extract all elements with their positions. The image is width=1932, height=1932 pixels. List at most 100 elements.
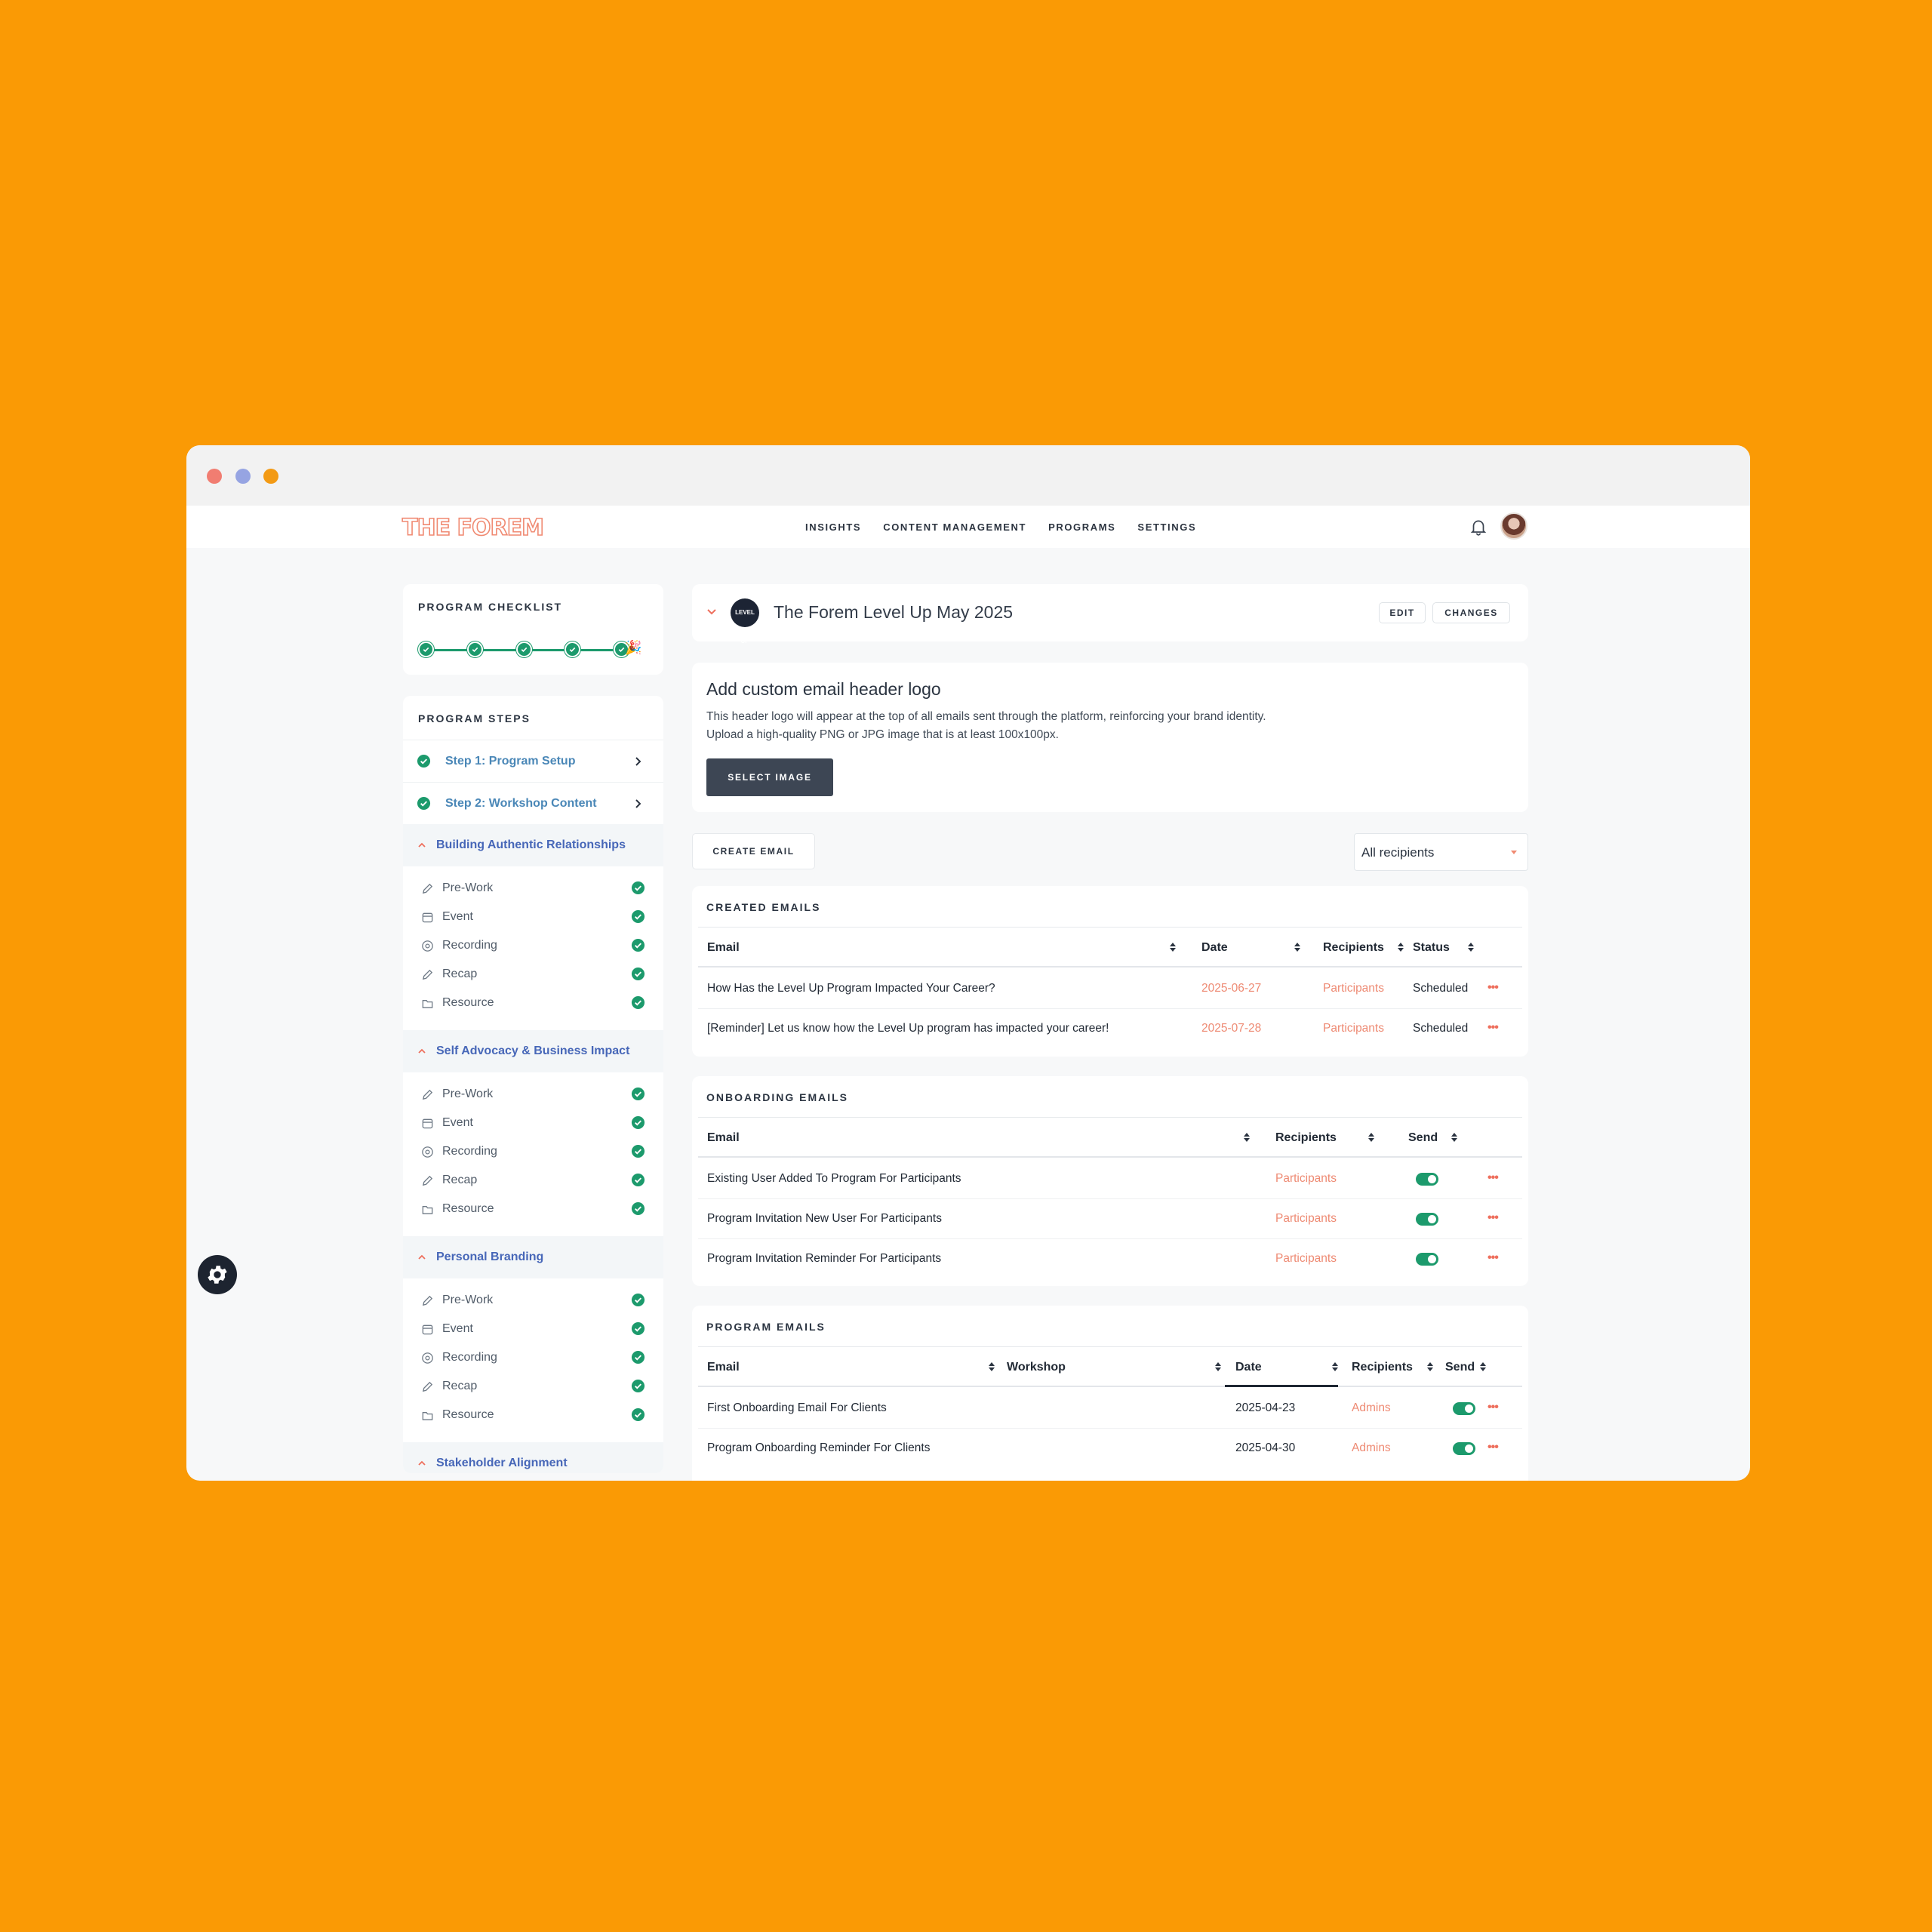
sort-icon[interactable] [1170,943,1176,952]
workshop-item[interactable]: Recap [403,1372,663,1401]
email-recipients[interactable]: Participants [1275,1212,1337,1226]
sort-icon[interactable] [1427,1362,1433,1371]
more-actions-icon[interactable]: ••• [1487,1171,1499,1185]
sort-icon[interactable] [1368,1133,1374,1142]
minimize-window-button[interactable] [235,469,251,484]
email-date[interactable]: 2025-07-28 [1201,1022,1261,1035]
more-actions-icon[interactable]: ••• [1487,981,1499,995]
workshop-group-header[interactable]: Stakeholder Alignment [403,1442,663,1473]
email-subject[interactable]: How Has the Level Up Program Impacted Yo… [707,982,995,995]
nav-content-management[interactable]: CONTENT MANAGEMENT [883,521,1026,533]
nav-settings[interactable]: SETTINGS [1137,521,1196,533]
workshop-group-header[interactable]: Self Advocacy & Business Impact [403,1030,663,1072]
workshop-item[interactable]: Pre-Work [403,1286,663,1315]
pencil-icon [422,1381,433,1392]
table-row[interactable]: How Has the Level Up Program Impacted Yo… [698,969,1522,1009]
email-name[interactable]: Program Onboarding Reminder For Clients [707,1441,930,1455]
email-name[interactable]: Existing User Added To Program For Parti… [707,1172,961,1186]
workshop-group-header[interactable]: Building Authentic Relationships [403,824,663,866]
maximize-window-button[interactable] [263,469,278,484]
more-actions-icon[interactable]: ••• [1487,1211,1499,1225]
email-recipients[interactable]: Participants [1275,1252,1337,1266]
send-toggle[interactable] [1453,1442,1475,1455]
sort-icon[interactable] [1215,1362,1221,1371]
workshop-item[interactable]: Resource [403,989,663,1017]
column-header-date[interactable]: Date [1201,941,1228,955]
workshop-item[interactable]: Recording [403,1343,663,1372]
email-recipients[interactable]: Admins [1352,1441,1391,1455]
column-header-email[interactable]: Email [707,1131,740,1145]
more-actions-icon[interactable]: ••• [1487,1441,1499,1454]
email-recipients[interactable]: Participants [1275,1172,1337,1186]
sort-icon[interactable] [1398,943,1404,952]
nav-programs[interactable]: PROGRAMS [1048,521,1115,533]
workshop-group-header[interactable]: Personal Branding [403,1236,663,1278]
email-date[interactable]: 2025-06-27 [1201,982,1261,995]
table-row[interactable]: [Reminder] Let us know how the Level Up … [698,1009,1522,1049]
workshop-item[interactable]: Recording [403,931,663,960]
user-avatar[interactable] [1500,512,1527,540]
column-header-workshop[interactable]: Workshop [1007,1361,1066,1374]
email-recipients[interactable]: Participants [1323,1022,1384,1035]
more-actions-icon[interactable]: ••• [1487,1021,1499,1035]
column-header-recipients[interactable]: Recipients [1323,941,1384,955]
workshop-item[interactable]: Event [403,1315,663,1343]
notification-bell-icon[interactable] [1469,517,1488,537]
brand-logo[interactable]: THE FOREM [401,514,545,542]
sort-icon[interactable] [1244,1133,1250,1142]
column-header-recipients[interactable]: Recipients [1352,1361,1413,1374]
chevron-down-icon[interactable] [706,607,718,617]
workshop-item[interactable]: Recap [403,960,663,989]
close-window-button[interactable] [207,469,222,484]
sort-icon[interactable] [1480,1362,1486,1371]
workshop-item[interactable]: Pre-Work [403,1080,663,1109]
send-toggle[interactable] [1453,1402,1475,1415]
title-bar [186,445,1750,506]
email-recipients[interactable]: Participants [1323,982,1384,995]
workshop-item[interactable]: Resource [403,1401,663,1429]
table-row[interactable]: Program Invitation New User For Particip… [698,1199,1522,1239]
email-recipients[interactable]: Admins [1352,1401,1391,1415]
step-program-setup[interactable]: Step 1: Program Setup [403,740,663,782]
more-actions-icon[interactable]: ••• [1487,1251,1499,1265]
email-name[interactable]: Program Invitation Reminder For Particip… [707,1252,941,1266]
select-image-button[interactable]: SELECT IMAGE [706,758,833,796]
workshop-item[interactable]: Recording [403,1137,663,1166]
step-workshop-content[interactable]: Step 2: Workshop Content [403,782,663,824]
recording-icon [422,1352,433,1364]
table-row[interactable]: First Onboarding Email For Clients 2025-… [698,1389,1522,1429]
table-row[interactable]: Existing User Added To Program For Parti… [698,1159,1522,1199]
create-email-button[interactable]: CREATE EMAIL [692,833,815,869]
column-header-email[interactable]: Email [707,1361,740,1374]
changes-button[interactable]: CHANGES [1432,602,1510,623]
column-header-date[interactable]: Date [1235,1361,1262,1374]
email-name[interactable]: First Onboarding Email For Clients [707,1401,887,1415]
send-toggle[interactable] [1416,1213,1438,1226]
sort-icon[interactable] [1468,943,1474,952]
send-toggle[interactable] [1416,1253,1438,1266]
recipients-filter-select[interactable]: All recipients [1354,833,1528,871]
workshop-item[interactable]: Event [403,1109,663,1137]
column-header-email[interactable]: Email [707,941,740,955]
edit-button[interactable]: EDIT [1379,602,1426,623]
column-header-recipients[interactable]: Recipients [1275,1131,1337,1145]
sort-icon[interactable] [989,1362,995,1371]
table-row[interactable]: Program Invitation Reminder For Particip… [698,1239,1522,1279]
workshop-item[interactable]: Recap [403,1166,663,1195]
workshop-item[interactable]: Pre-Work [403,874,663,903]
workshop-item[interactable]: Event [403,903,663,931]
sort-icon[interactable] [1294,943,1300,952]
workshop-item[interactable]: Resource [403,1195,663,1223]
email-name[interactable]: Program Invitation New User For Particip… [707,1212,942,1226]
column-header-send[interactable]: Send [1408,1131,1438,1145]
sort-icon[interactable] [1451,1133,1457,1142]
sort-icon[interactable] [1332,1362,1338,1371]
column-header-status[interactable]: Status [1413,941,1450,955]
table-row[interactable]: Program Onboarding Reminder For Clients … [698,1429,1522,1469]
nav-insights[interactable]: INSIGHTS [805,521,861,533]
email-subject[interactable]: [Reminder] Let us know how the Level Up … [707,1022,1109,1035]
send-toggle[interactable] [1416,1173,1438,1186]
more-actions-icon[interactable]: ••• [1487,1401,1499,1414]
settings-gear-icon[interactable] [198,1255,237,1294]
column-header-send[interactable]: Send [1445,1361,1475,1374]
